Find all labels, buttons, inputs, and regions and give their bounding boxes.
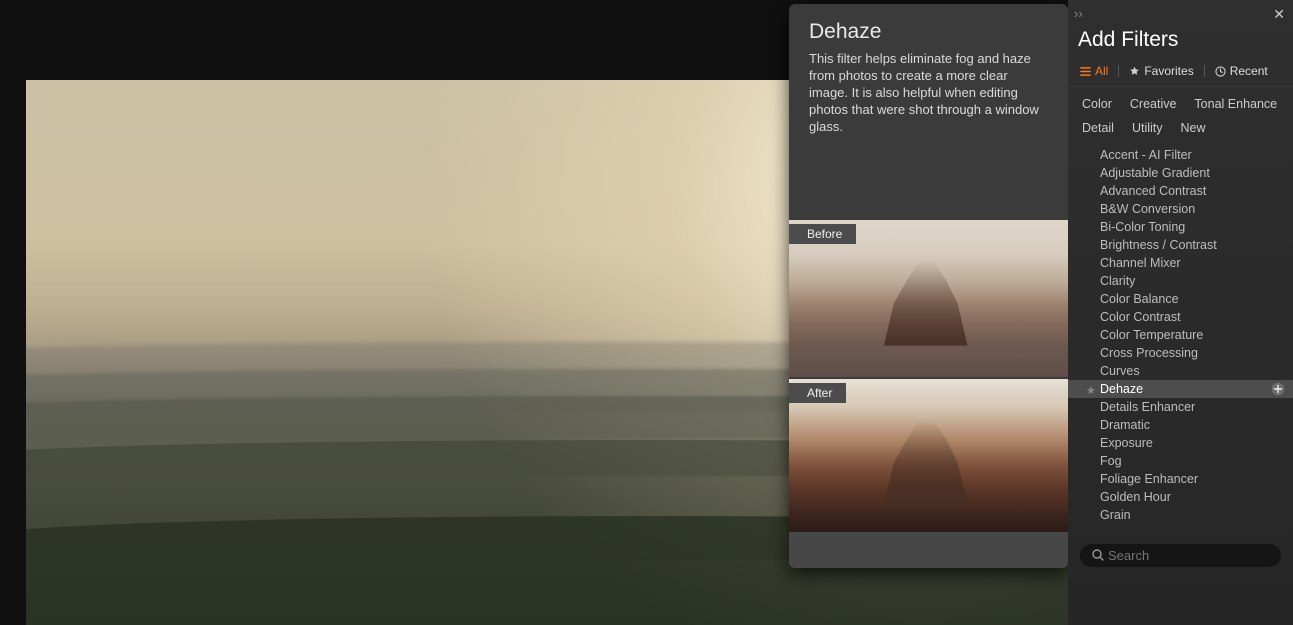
category-row-2: Detail Utility New	[1068, 111, 1293, 147]
filter-item-label: Exposure	[1100, 436, 1153, 450]
filter-item-dehaze[interactable]: ★Dehaze	[1068, 380, 1293, 398]
panel-title: Add Filters	[1078, 28, 1293, 52]
preview-before: Before	[789, 220, 1068, 377]
panel-top-row: ›› ✕	[1068, 0, 1293, 28]
tab-favorites[interactable]: Favorites	[1129, 64, 1193, 78]
filter-item-label: Curves	[1100, 364, 1140, 378]
filter-item-label: Clarity	[1100, 274, 1135, 288]
filter-item-label: Dehaze	[1100, 382, 1143, 396]
filter-item-grain[interactable]: ★Grain	[1068, 506, 1293, 524]
filter-item-label: Grain	[1100, 508, 1131, 522]
filter-item-label: Color Contrast	[1100, 310, 1181, 324]
filter-item-cross-processing[interactable]: ★Cross Processing	[1068, 344, 1293, 362]
tab-recent-label: Recent	[1230, 64, 1268, 78]
filter-item-golden-hour[interactable]: ★Golden Hour	[1068, 488, 1293, 506]
filter-item-color-balance[interactable]: ★Color Balance	[1068, 290, 1293, 308]
list-icon	[1080, 66, 1091, 77]
filter-item-label: Brightness / Contrast	[1100, 238, 1217, 252]
clock-icon	[1215, 66, 1226, 77]
preview-after: After	[789, 379, 1068, 536]
filter-item-curves[interactable]: ★Curves	[1068, 362, 1293, 380]
filter-item-brightness-contrast[interactable]: ★Brightness / Contrast	[1068, 236, 1293, 254]
category-creative[interactable]: Creative	[1130, 97, 1177, 111]
filter-list[interactable]: ★Accent - AI Filter★Adjustable Gradient★…	[1068, 146, 1293, 555]
tab-favorites-label: Favorites	[1144, 64, 1193, 78]
filter-info-description: This filter helps eliminate fog and haze…	[809, 50, 1048, 135]
filter-item-foliage-enhancer[interactable]: ★Foliage Enhancer	[1068, 470, 1293, 488]
add-filter-icon[interactable]	[1271, 382, 1285, 396]
category-row-1: Color Creative Tonal Enhance	[1068, 87, 1293, 111]
filter-item-label: Adjustable Gradient	[1100, 166, 1210, 180]
filter-item-bi-color-toning[interactable]: ★Bi-Color Toning	[1068, 218, 1293, 236]
filter-item-advanced-contrast[interactable]: ★Advanced Contrast	[1068, 182, 1293, 200]
info-popover-footer	[789, 532, 1068, 568]
filter-item-label: Accent - AI Filter	[1100, 148, 1192, 162]
filter-item-details-enhancer[interactable]: ★Details Enhancer	[1068, 398, 1293, 416]
preview-before-label: Before	[789, 224, 856, 244]
star-icon	[1129, 66, 1140, 77]
tab-divider	[1204, 65, 1205, 77]
search-icon	[1092, 549, 1104, 564]
filter-item-dramatic[interactable]: ★Dramatic	[1068, 416, 1293, 434]
filter-info-popover: Dehaze This filter helps eliminate fog a…	[789, 4, 1068, 568]
add-filters-panel: ›› ✕ Add Filters All Favorites Recent Co…	[1068, 0, 1293, 625]
filter-item-label: B&W Conversion	[1100, 202, 1195, 216]
filter-item-channel-mixer[interactable]: ★Channel Mixer	[1068, 254, 1293, 272]
filter-item-label: Advanced Contrast	[1100, 184, 1206, 198]
filter-item-label: Details Enhancer	[1100, 400, 1195, 414]
category-tonal-enhance[interactable]: Tonal Enhance	[1194, 97, 1277, 111]
category-utility[interactable]: Utility	[1132, 121, 1163, 135]
category-detail[interactable]: Detail	[1082, 121, 1114, 135]
collapse-panel-icon[interactable]: ››	[1074, 6, 1083, 21]
filter-info-title: Dehaze	[809, 20, 1048, 44]
tab-divider	[1118, 65, 1119, 77]
filter-item-label: Bi-Color Toning	[1100, 220, 1185, 234]
category-color[interactable]: Color	[1082, 97, 1112, 111]
close-panel-icon[interactable]: ✕	[1273, 6, 1285, 23]
filter-item-accent-ai-filter[interactable]: ★Accent - AI Filter	[1068, 146, 1293, 164]
filter-item-color-temperature[interactable]: ★Color Temperature	[1068, 326, 1293, 344]
filter-item-fog[interactable]: ★Fog	[1068, 452, 1293, 470]
filter-item-color-contrast[interactable]: ★Color Contrast	[1068, 308, 1293, 326]
filter-item-label: Dramatic	[1100, 418, 1150, 432]
filter-item-label: Golden Hour	[1100, 490, 1171, 504]
filter-item-label: Fog	[1100, 454, 1122, 468]
category-new[interactable]: New	[1181, 121, 1206, 135]
tab-all-label: All	[1095, 64, 1108, 78]
filter-scope-tabs: All Favorites Recent	[1068, 52, 1293, 87]
filter-item-b-w-conversion[interactable]: ★B&W Conversion	[1068, 200, 1293, 218]
search-wrap	[1080, 544, 1281, 567]
filter-item-label: Color Temperature	[1100, 328, 1203, 342]
filter-item-clarity[interactable]: ★Clarity	[1068, 272, 1293, 290]
filter-item-label: Cross Processing	[1100, 346, 1198, 360]
tab-recent[interactable]: Recent	[1215, 64, 1268, 78]
filter-item-exposure[interactable]: ★Exposure	[1068, 434, 1293, 452]
search-input[interactable]	[1080, 544, 1281, 567]
filter-item-label: Foliage Enhancer	[1100, 472, 1198, 486]
filter-item-label: Channel Mixer	[1100, 256, 1181, 270]
preview-after-label: After	[789, 383, 846, 403]
filter-item-adjustable-gradient[interactable]: ★Adjustable Gradient	[1068, 164, 1293, 182]
tab-all[interactable]: All	[1080, 64, 1108, 78]
filter-item-label: Color Balance	[1100, 292, 1179, 306]
